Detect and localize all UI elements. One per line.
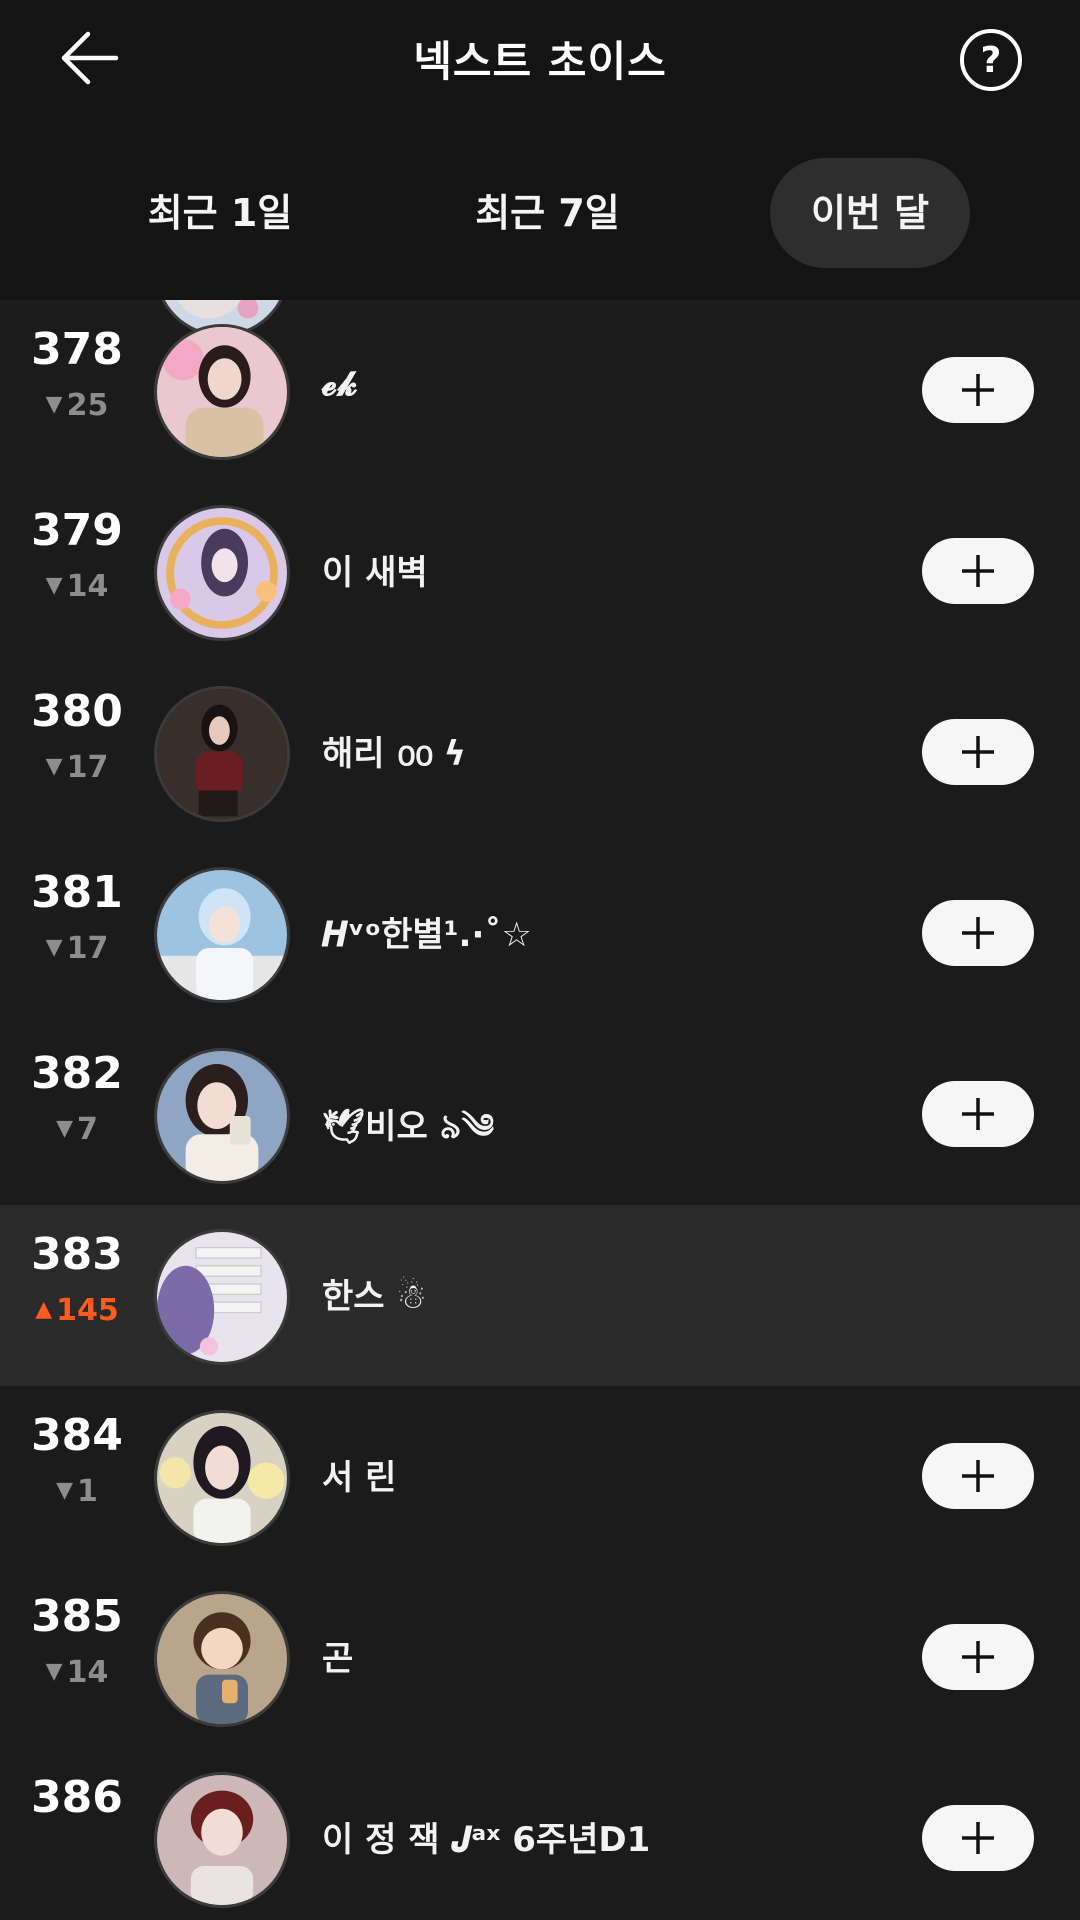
period-tabs: 최근 1일 최근 7일 이번 달 [0,158,1080,268]
rank-number: 380 [31,686,123,737]
avatar[interactable] [154,1048,290,1184]
follow-button[interactable] [922,357,1034,423]
down-arrow-icon: ▼ [56,1116,74,1141]
rank-change: ▼ 1 [56,1474,98,1509]
ranking-row[interactable]: 379 ▼ 14 이 새벽 [0,481,1080,662]
avatar[interactable] [154,505,290,641]
user-name[interactable]: 이 새벽 [322,545,428,594]
avatar[interactable] [154,1772,290,1908]
rank-number: 381 [31,867,123,918]
avatar[interactable] [154,1591,290,1727]
app-header: 넥스트 초이스 ? 최근 1일 최근 7일 이번 달 [0,0,1080,300]
plus-icon [962,736,994,768]
follow-button[interactable] [922,538,1034,604]
follow-button[interactable] [922,719,1034,785]
user-name[interactable]: 한스 ☃ [322,1269,427,1318]
user-name[interactable]: 서 린 [322,1450,396,1499]
rank-change: ▼ 25 [45,388,109,423]
tab-this-month[interactable]: 이번 달 [770,158,970,268]
rank-change: ▲ 145 [35,1293,119,1328]
avatar[interactable] [154,324,290,460]
follow-button[interactable] [922,1805,1034,1871]
rank-change: ▼ 14 [45,1655,109,1690]
user-name[interactable]: 🕊비오 ৯༄ [322,1088,494,1184]
user-name[interactable]: 𝓮𝓴 [322,364,357,404]
ranking-row[interactable]: 380 ▼ 17 해리 ൦൦ ϟ [0,662,1080,843]
follow-button[interactable] [922,900,1034,966]
plus-icon [962,1098,994,1130]
user-name[interactable]: 해리 ൦൦ ϟ [322,726,466,775]
ranking-row[interactable]: 378 ▼ 25 𝓮𝓴 [0,300,1080,481]
help-button[interactable]: ? [960,29,1022,91]
avatar[interactable] [154,686,290,822]
down-arrow-icon: ▼ [45,392,63,417]
down-arrow-icon: ▼ [45,1659,63,1684]
plus-icon [962,1641,994,1673]
rank-number: 383 [31,1229,123,1280]
rank-change: ▼ 17 [45,750,109,785]
plus-icon [962,555,994,587]
user-name[interactable]: 𝑯ᵛᵒ한별¹.·˚☆ [322,907,532,956]
avatar[interactable] [154,1410,290,1546]
follow-button[interactable] [922,1624,1034,1690]
down-arrow-icon: ▼ [45,573,63,598]
rank-number: 384 [31,1410,123,1461]
avatar[interactable] [154,867,290,1003]
ranking-row[interactable]: 386 이 정 잭 𝑱ᵃˣ 6주년D1 [0,1748,1080,1920]
down-arrow-icon: ▼ [45,754,63,779]
rank-number: 379 [31,505,123,556]
follow-button[interactable] [922,1081,1034,1147]
ranking-row[interactable]: 384 ▼ 1 서 린 [0,1386,1080,1567]
rank-change: ▼ 14 [45,569,109,604]
rank-number: 385 [31,1591,123,1642]
ranking-row[interactable]: 381 ▼ 17 𝑯ᵛᵒ한별¹.·˚☆ [0,843,1080,1024]
top-bar: 넥스트 초이스 ? [0,0,1080,115]
tab-last-7-days[interactable]: 최근 7일 [465,158,630,268]
rank-change: ▼ 17 [45,931,109,966]
avatar[interactable] [154,1229,290,1365]
plus-icon [962,1822,994,1854]
ranking-row[interactable]: 385 ▼ 14 곤 [0,1567,1080,1748]
follow-button[interactable] [922,1443,1034,1509]
user-name[interactable]: 이 정 잭 𝑱ᵃˣ 6주년D1 [322,1812,650,1861]
user-name[interactable]: 곤 [322,1631,353,1680]
plus-icon [962,1460,994,1492]
rank-number: 382 [31,1048,123,1099]
rank-change: ▼ 7 [56,1112,98,1147]
next-choice-screen: ▼15 378 ▼25 𝓮𝓴 379 ▼14 [0,0,1080,1920]
plus-icon [962,374,994,406]
help-icon: ? [980,39,1002,81]
ranking-row-highlighted[interactable]: 383 ▲ 145 한스 ☃ [0,1205,1080,1386]
plus-icon [962,917,994,949]
down-arrow-icon: ▼ [56,1478,74,1503]
tab-last-1-day[interactable]: 최근 1일 [140,158,300,268]
down-arrow-icon: ▼ [45,935,63,960]
rank-number: 378 [31,324,123,375]
rank-number: 386 [31,1772,123,1823]
up-arrow-icon: ▲ [35,1297,53,1322]
page-title: 넥스트 초이스 [413,37,667,86]
ranking-row[interactable]: 382 ▼ 7 🕊비오 ৯༄ [0,1024,1080,1205]
